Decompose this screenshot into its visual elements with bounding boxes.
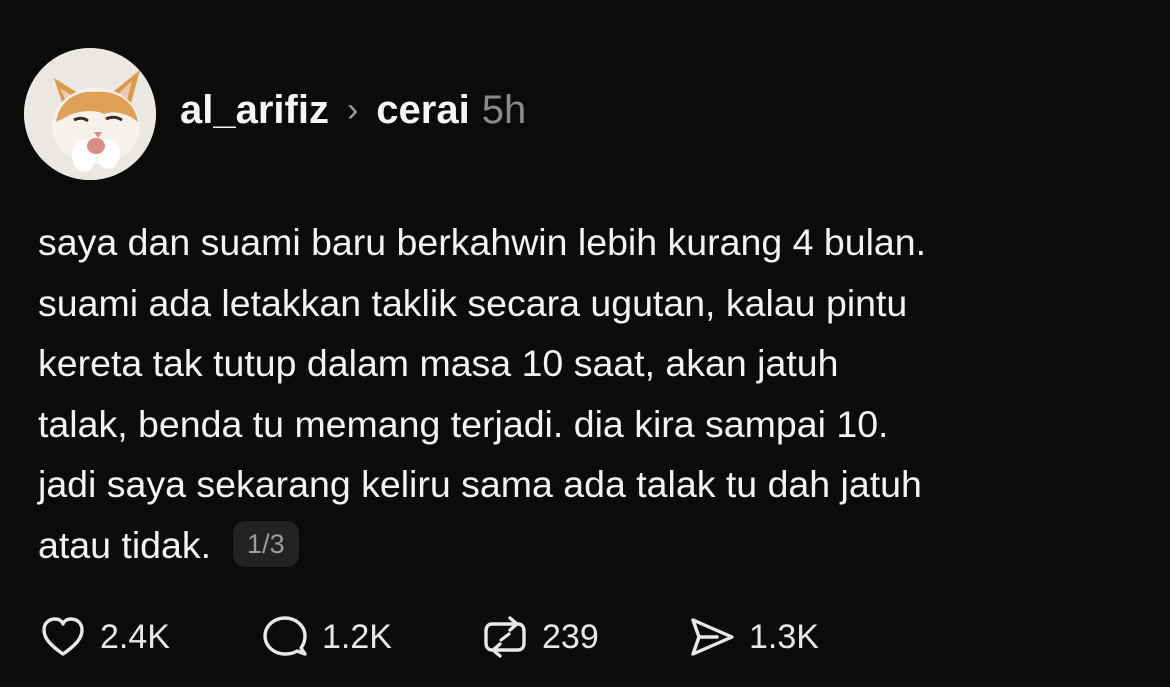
post-text: saya dan suami baru berkahwin lebih kura… [38,212,1148,575]
page-indicator-badge[interactable]: 1/3 [233,520,299,567]
post-actions: 2.4K 1.2K 239 1.3K [38,612,819,662]
share-icon [691,618,734,656]
post-header: al_arifiz › cerai 5h [180,84,526,136]
post-text-line: atau tidak. [38,523,212,566]
post-text-line: kereta tak tutup dalam masa 10 saat, aka… [38,342,839,384]
post-text-line: saya dan suami baru berkahwin lebih kura… [38,221,927,263]
author-avatar[interactable] [24,48,156,180]
like-button[interactable]: 2.4K [38,612,260,662]
repost-button[interactable]: 239 [480,612,687,662]
author-username[interactable]: al_arifiz [180,84,329,136]
reply-button[interactable]: 1.2K [260,612,480,662]
reply-count: 1.2K [322,617,392,656]
repost-icon [484,616,526,658]
chevron-right-icon: › [346,91,359,129]
post-text-line: jadi saya sekarang keliru sama ada talak… [38,463,922,505]
cat-avatar-icon [24,48,156,180]
share-button[interactable]: 1.3K [687,612,819,662]
share-count: 1.3K [749,617,819,656]
repost-count: 239 [542,617,599,656]
post-timestamp: 5h [481,88,527,132]
post-text-line: talak, benda tu memang terjadi. dia kira… [38,402,889,445]
like-count: 2.4K [100,617,170,656]
heart-icon [42,617,84,656]
post-text-line: suami ada letakkan taklik secara ugutan,… [38,281,908,324]
comment-icon [263,616,307,656]
topic-tag[interactable]: cerai [376,84,469,136]
post-text-last-line: atau tidak. 1/3 [38,515,1148,576]
